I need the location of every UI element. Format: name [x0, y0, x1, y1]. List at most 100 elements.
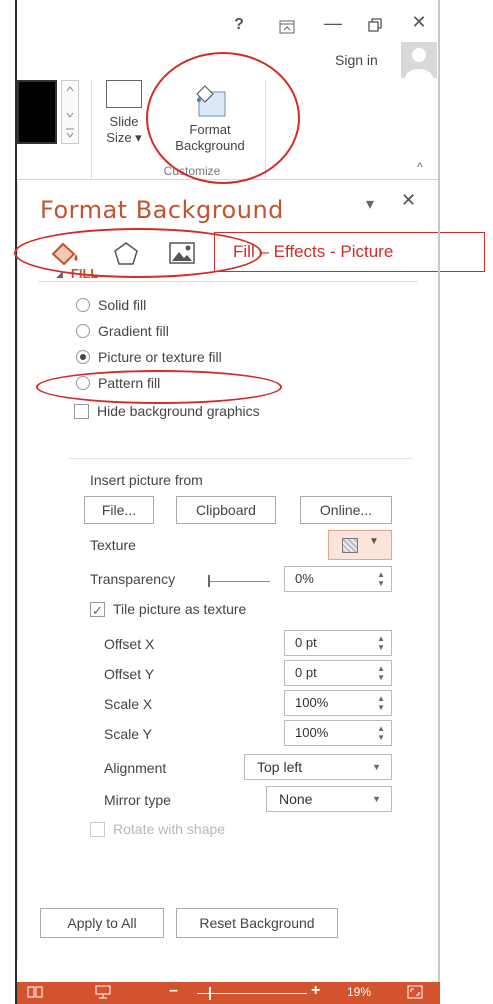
user-silhouette-icon	[405, 48, 433, 78]
scale-x-field[interactable]: 100% ▲ ▼	[284, 690, 392, 716]
mirror-type-dropdown[interactable]: None ▼	[266, 786, 392, 812]
close-window-button[interactable]: ✕	[405, 12, 433, 33]
picture-icon	[169, 242, 195, 264]
transparency-slider-track	[208, 581, 270, 582]
customize-group-label: Customize	[163, 164, 221, 178]
solid-fill-radio[interactable]	[76, 298, 90, 313]
sign-in-link[interactable]: Sign in	[335, 52, 378, 68]
collapse-ribbon-button[interactable]: ^	[417, 160, 423, 174]
chevron-down-icon: ▼	[372, 794, 381, 804]
title-bar: ? — ✕ Sign in	[17, 0, 438, 80]
tile-picture-checkbox[interactable]	[90, 600, 105, 622]
ribbon: Slide Size ▾ Format Background Customize…	[17, 80, 438, 180]
apply-to-all-button[interactable]: Apply to All	[40, 908, 164, 938]
theme-variant-thumbnail[interactable]	[17, 80, 57, 144]
fill-section-title: FILL	[70, 266, 99, 281]
paint-bucket-icon	[51, 242, 78, 266]
picture-texture-fill-option[interactable]: Picture or texture fill	[76, 346, 222, 368]
offset-x-value: 0 pt	[295, 635, 317, 650]
mirror-type-value: None	[279, 791, 313, 807]
insert-picture-from-label: Insert picture from	[90, 472, 203, 488]
status-bar: – + 19%	[17, 982, 440, 1004]
pane-options-button[interactable]: ▾	[366, 194, 374, 214]
format-background-pane: Format Background ▾ ✕ ◢ FILL Solid fill G…	[17, 180, 438, 960]
hide-background-graphics-checkbox[interactable]	[74, 403, 89, 419]
presentation-icon	[95, 985, 111, 999]
offset-y-field[interactable]: 0 pt ▲ ▼	[284, 660, 392, 686]
scale-x-value: 100%	[295, 695, 329, 710]
ribbon-display-options-button[interactable]	[273, 18, 301, 39]
section-divider	[68, 458, 413, 459]
spinner-arrows-icon[interactable]: ▲ ▼	[377, 570, 385, 588]
transparency-slider-thumb[interactable]	[208, 575, 210, 587]
tab-effects[interactable]	[112, 240, 142, 268]
fit-window-icon	[407, 985, 423, 999]
rotate-with-shape-option: Rotate with shape	[90, 818, 225, 840]
alignment-dropdown[interactable]: Top left ▼	[244, 754, 392, 780]
picture-texture-fill-label: Picture or texture fill	[98, 349, 222, 365]
fill-section-header[interactable]: ◢ FILL	[56, 266, 98, 281]
zoom-slider-track[interactable]	[197, 993, 307, 994]
transparency-value: 0%	[295, 571, 314, 586]
alignment-label: Alignment	[104, 760, 167, 776]
ribbon-group-divider	[91, 80, 92, 180]
tab-fill[interactable]	[50, 240, 80, 268]
transparency-slider[interactable]	[208, 574, 270, 588]
gradient-fill-radio[interactable]	[76, 324, 90, 339]
tile-picture-label: Tile picture as texture	[113, 601, 247, 617]
restore-icon	[368, 18, 382, 32]
chevron-down-icon: ▼	[372, 762, 381, 772]
app-window: ? — ✕ Sign in Slide Size ▾ Format Backgr…	[0, 0, 493, 1004]
picture-texture-fill-radio[interactable]	[76, 350, 90, 365]
mirror-type-label: Mirror type	[104, 792, 171, 808]
ribbon-display-icon	[279, 20, 295, 34]
pattern-fill-radio[interactable]	[76, 376, 90, 391]
spinner-arrows-icon[interactable]: ▲ ▼	[377, 694, 385, 712]
spinner-arrows-icon[interactable]: ▲ ▼	[377, 664, 385, 682]
fit-to-window-button[interactable]	[407, 985, 423, 1002]
solid-fill-option[interactable]: Solid fill	[76, 294, 146, 316]
transparency-field[interactable]: 0% ▲ ▼	[284, 566, 392, 592]
transparency-label: Transparency	[90, 571, 176, 587]
restore-button[interactable]	[361, 16, 389, 37]
online-button[interactable]: Online...	[300, 496, 392, 524]
zoom-out-button[interactable]: –	[169, 982, 178, 1000]
slide-show-button[interactable]	[95, 985, 111, 1002]
pane-close-button[interactable]: ✕	[401, 190, 416, 211]
annotation-callout: Fill – Effects - Picture	[214, 232, 485, 272]
tile-picture-option[interactable]: Tile picture as texture	[90, 598, 247, 622]
gallery-scrollbar[interactable]	[61, 80, 79, 144]
zoom-in-button[interactable]: +	[311, 982, 320, 1000]
hide-background-graphics-option[interactable]: Hide background graphics	[74, 400, 260, 422]
reset-background-button[interactable]: Reset Background	[176, 908, 338, 938]
format-background-button[interactable]: Format Background	[155, 80, 265, 154]
format-background-label-2: Background	[175, 138, 245, 153]
hide-background-graphics-label: Hide background graphics	[97, 403, 260, 419]
spinner-arrows-icon[interactable]: ▲ ▼	[377, 634, 385, 652]
gallery-scroll-arrows-icon	[66, 86, 74, 138]
help-button[interactable]: ?	[225, 16, 253, 34]
tab-picture[interactable]	[168, 240, 198, 268]
book-icon	[27, 986, 43, 998]
offset-x-label: Offset X	[104, 636, 155, 652]
pattern-fill-option[interactable]: Pattern fill	[76, 372, 160, 394]
texture-picker-button[interactable]: ▼	[328, 530, 392, 560]
file-button[interactable]: File...	[84, 496, 154, 524]
minimize-button[interactable]: —	[319, 13, 347, 34]
format-background-label: Format	[189, 122, 231, 137]
spinner-arrows-icon[interactable]: ▲ ▼	[377, 724, 385, 742]
scale-y-field[interactable]: 100% ▲ ▼	[284, 720, 392, 746]
pane-title: Format Background	[40, 196, 284, 224]
zoom-level[interactable]: 19%	[347, 985, 371, 999]
zoom-slider-thumb[interactable]	[209, 987, 211, 1000]
scale-y-label: Scale Y	[104, 726, 152, 742]
format-background-icon	[193, 84, 227, 118]
clipboard-button[interactable]: Clipboard	[176, 496, 276, 524]
slide-size-button[interactable]: Slide Size ▾	[101, 80, 147, 146]
tabs-divider	[38, 281, 418, 282]
avatar[interactable]	[401, 42, 437, 78]
gradient-fill-option[interactable]: Gradient fill	[76, 320, 169, 342]
alignment-value: Top left	[257, 759, 303, 775]
offset-x-field[interactable]: 0 pt ▲ ▼	[284, 630, 392, 656]
reading-view-button[interactable]	[27, 985, 43, 1002]
